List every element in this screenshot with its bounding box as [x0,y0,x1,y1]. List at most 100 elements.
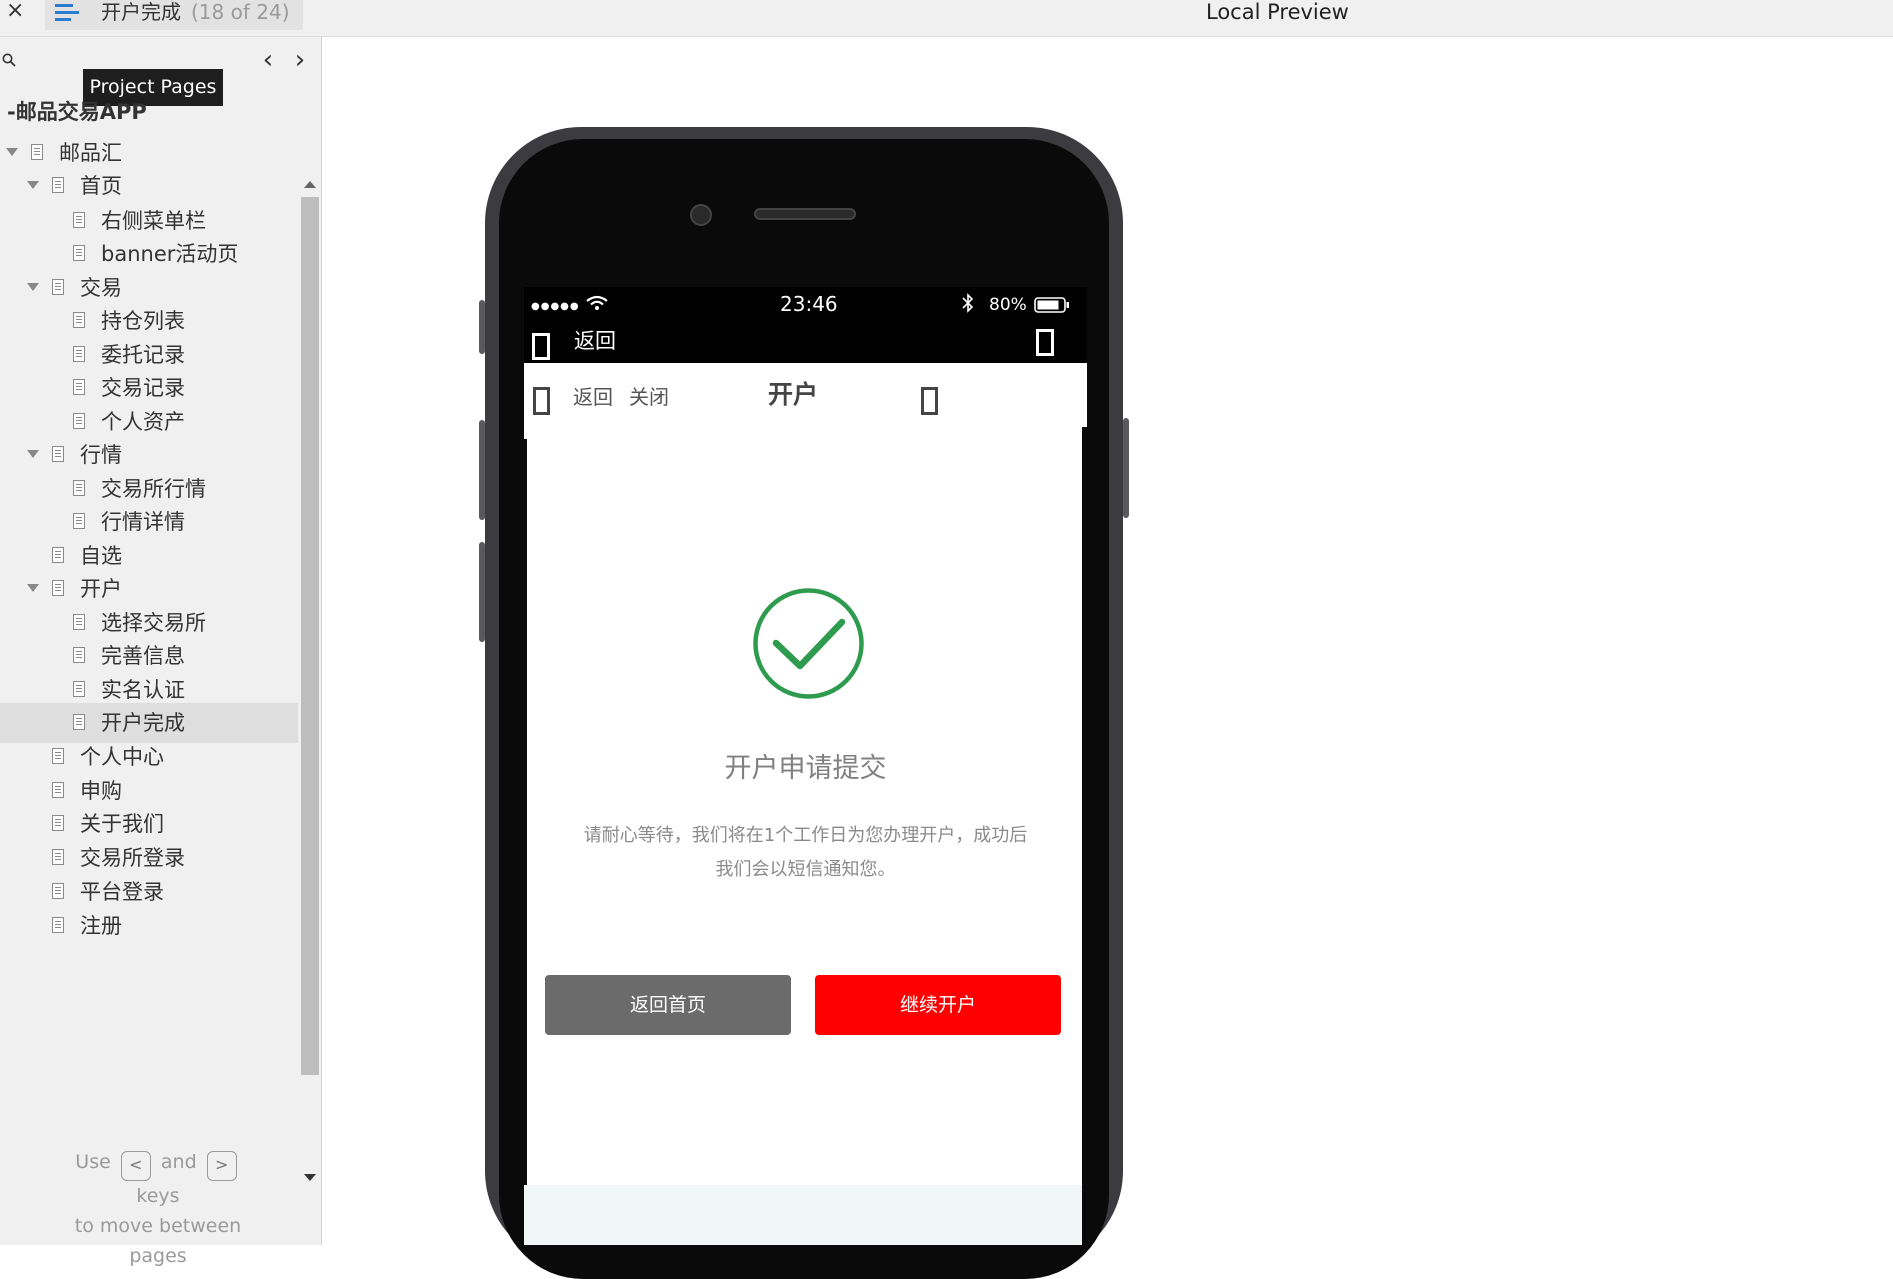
tree-item-label: 委托记录 [101,343,185,367]
tree-item-label: 交易所行情 [101,477,206,501]
sidebar-scrollbar[interactable] [300,139,320,1181]
description-line-2: 我们会以短信通知您。 [715,859,896,880]
page-icon [52,547,64,563]
scroll-down-arrow-icon[interactable] [304,1174,316,1181]
page-icon [52,580,64,596]
previous-page-button[interactable]: ‹ [256,47,280,75]
app-back-link[interactable]: 返回 [574,327,616,355]
volume-down-button [479,542,485,642]
return-home-button[interactable]: 返回首页 [545,975,791,1035]
tree-item-label: 交易所登录 [80,846,185,870]
nav-close-link[interactable]: 关闭 [629,383,669,411]
expand-toggle-icon[interactable] [6,148,18,156]
expand-toggle-icon[interactable] [27,584,39,592]
expand-toggle-icon[interactable] [27,450,39,458]
bluetooth-icon [962,293,974,313]
hamburger-menu-icon[interactable] [55,4,79,22]
page-icon [73,614,85,630]
app-header: 返回 [524,323,1087,363]
project-pages-sidebar: Project Pages ‹ › -邮品交易APP 邮品汇 首页 右侧菜单栏 ban… [0,37,322,1267]
page-icon [73,647,85,663]
page-icon [52,446,64,462]
page-icon [52,815,64,831]
preview-title: Local Preview [1206,0,1349,24]
close-icon[interactable]: × [6,0,24,24]
status-bar: ●●●●● 23:46 80% [524,287,1087,323]
tree-item-label: 行情详情 [101,510,185,534]
tree-item-label: 开户 [80,577,122,601]
success-description: 请耐心等待，我们将在1个工作日为您办理开户，成功后 我们会以短信通知您。 [564,819,1047,887]
tree-item-label: 完善信息 [101,644,185,668]
phone-screen: ●●●●● 23:46 80% 返回 返回 关闭 开户 开户申请提交 请耐心等待… [524,287,1087,1245]
speaker-grille [754,208,856,220]
tree-item-label: 申购 [80,779,122,803]
tree-item-label: 实名认证 [101,678,185,702]
page-tree: 邮品汇 首页 右侧菜单栏 banner活动页 交易 持仓列表 委托记录 交易记录 个人资产 行情交… [0,139,298,1083]
back-placeholder-icon[interactable] [532,333,550,360]
keyboard-help: Use < and > keys to move between pages [40,1147,276,1271]
expand-toggle-icon[interactable] [27,181,39,189]
page-icon [52,849,64,865]
success-check-icon [753,588,864,699]
battery-percentage: 80% [989,295,1027,315]
left-key-icon: < [120,1151,151,1181]
power-button [1123,418,1129,518]
tree-item-label: 注册 [80,914,122,938]
page-icon [31,144,43,160]
page-icon [73,513,85,529]
screen-right-edge [1082,427,1087,1245]
tree-item-label: 持仓列表 [101,309,185,333]
nav-right-placeholder-icon[interactable] [921,387,938,415]
tree-item-label: 邮品汇 [59,141,122,165]
help-line2: to move between [74,1215,242,1237]
tree-item-label: 关于我们 [80,812,164,836]
screen-footer-area [524,1185,1082,1245]
scroll-up-arrow-icon[interactable] [304,181,316,188]
tree-item-label: 行情 [80,443,122,467]
tree-item-label: 交易 [80,276,122,300]
page-icon [73,245,85,261]
help-and: and [160,1151,197,1173]
page-icon [73,413,85,429]
tree-item[interactable]: 首页 [0,166,298,206]
page-icon [73,480,85,496]
page-icon [52,748,64,764]
success-title: 开户申请提交 [724,753,887,784]
page-count: (18 of 24) [191,0,290,24]
project-title: -邮品交易APP [7,100,147,124]
page-icon [73,346,85,362]
next-page-button[interactable]: › [288,47,312,75]
nav-back-link[interactable]: 返回 [573,383,613,411]
tree-item-label: 自选 [80,544,122,568]
top-toolbar: × 开户完成 (18 of 24) Local Preview [0,0,1893,37]
tree-item-label: 开户完成 [101,711,185,735]
nav-back-placeholder-icon[interactable] [533,387,550,415]
page-icon [52,177,64,193]
nav-title: 开户 [768,380,819,409]
mute-switch [479,300,485,354]
continue-account-opening-button[interactable]: 继续开户 [815,975,1061,1035]
page-icon [73,312,85,328]
page-navbar: 返回 关闭 开户 [524,363,1087,447]
menu-placeholder-icon[interactable] [1036,329,1054,356]
page-title-text: 开户完成 [101,0,181,24]
screen-left-edge [524,439,527,1245]
expand-toggle-icon[interactable] [27,283,39,291]
page-icon [52,279,64,295]
tree-item-label: 平台登录 [80,880,164,904]
battery-icon [1034,297,1069,313]
page-selector-button[interactable]: 开户完成 (18 of 24) [45,0,303,30]
page-icon [73,714,85,730]
signal-strength-icon: ●●●●● [531,301,580,312]
search-icon[interactable] [2,53,16,67]
help-line3: pages [129,1245,187,1267]
tree-item-label: 个人中心 [80,745,164,769]
tree-item-label: 选择交易所 [101,611,206,635]
page-icon [73,681,85,697]
scroll-thumb[interactable] [301,197,319,1075]
status-time: 23:46 [780,292,838,316]
volume-up-button [479,420,485,520]
help-keys: keys [136,1185,180,1207]
wifi-icon [586,295,608,310]
tree-item[interactable]: 注册 [0,906,298,946]
